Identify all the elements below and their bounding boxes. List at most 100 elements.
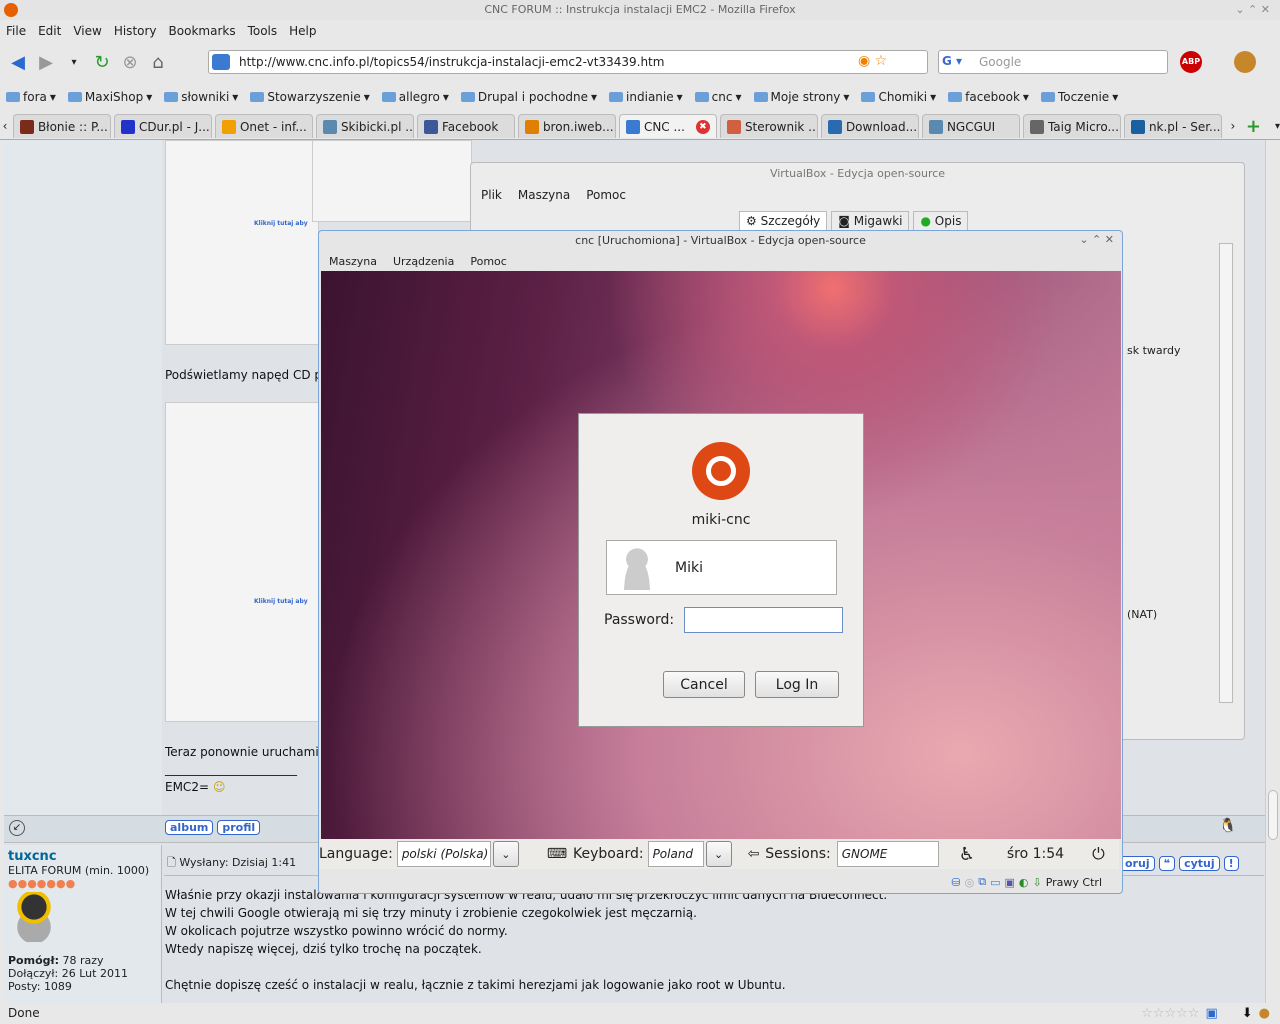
search-input[interactable]: Google bbox=[938, 50, 1168, 74]
extension-icon[interactable]: ▣ bbox=[1205, 1006, 1217, 1021]
scroll-tabs-right[interactable]: › bbox=[1228, 119, 1238, 133]
login-button[interactable]: Log In bbox=[755, 671, 839, 698]
menu-bookmarks[interactable]: Bookmarks bbox=[163, 24, 242, 38]
vm-screen[interactable]: miki-cnc Miki Password: Cancel Log In La… bbox=[319, 271, 1121, 869]
tab-details[interactable]: ⚙ Szczegóły bbox=[739, 211, 828, 231]
bookmark-label: MaxiShop bbox=[84, 90, 144, 104]
greasemonkey-icon[interactable] bbox=[1234, 51, 1256, 73]
manager-tabs: ⚙ Szczegóły ◙ Migawki ● Opis bbox=[739, 211, 969, 231]
menu-urzadzenia[interactable]: Urządzenia bbox=[393, 255, 454, 268]
virtualization-icon[interactable]: ▣ bbox=[1004, 876, 1014, 889]
url-bar[interactable]: http://www.cnc.info.pl/topics54/instrukc… bbox=[208, 50, 928, 74]
screenshot-thumbnail[interactable] bbox=[312, 140, 472, 222]
hdd-icon[interactable]: ⛁ bbox=[951, 876, 960, 889]
network-icon[interactable]: ⧉ bbox=[978, 875, 986, 889]
reload-icon[interactable]: ↻ bbox=[88, 48, 116, 76]
bookmark-folder[interactable]: MaxiShop ▾ bbox=[67, 90, 152, 104]
details-scrollbar[interactable] bbox=[1219, 243, 1233, 703]
bookmark-folder[interactable]: cnc ▾ bbox=[694, 90, 742, 104]
tab-8[interactable]: Download... bbox=[820, 114, 919, 138]
cancel-button[interactable]: Cancel bbox=[663, 671, 745, 698]
bookmark-folder[interactable]: allegro ▾ bbox=[381, 90, 449, 104]
vm-window-controls[interactable]: ⌄ ⌃ ✕ bbox=[1079, 233, 1114, 246]
tab-description[interactable]: ● Opis bbox=[913, 211, 969, 231]
bookmark-folder[interactable]: Moje strony ▾ bbox=[753, 90, 849, 104]
mouse-integration-icon[interactable]: ◐ bbox=[1019, 876, 1029, 889]
rating-stars-icon[interactable]: ☆☆☆☆☆ bbox=[1141, 1006, 1199, 1021]
bookmark-folder[interactable]: Drupal i pochodne ▾ bbox=[460, 90, 597, 104]
tab-2[interactable]: Onet - inf... bbox=[214, 114, 313, 138]
bookmark-folder[interactable]: Chomiki ▾ bbox=[861, 90, 936, 104]
forward-button[interactable]: ▶ bbox=[32, 48, 60, 76]
tab-4[interactable]: Facebook bbox=[416, 114, 515, 138]
home-icon[interactable]: ⌂ bbox=[144, 48, 172, 76]
shared-folder-icon[interactable]: ▭ bbox=[990, 876, 1000, 889]
tab-3[interactable]: Skibicki.pl ... bbox=[315, 114, 414, 138]
page-scrollbar[interactable] bbox=[1265, 140, 1280, 1003]
menu-pomoc[interactable]: Pomoc bbox=[470, 255, 506, 268]
bookmark-folder[interactable]: słowniki ▾ bbox=[164, 90, 238, 104]
bookmark-folder[interactable]: Stowarzyszenie ▾ bbox=[250, 90, 370, 104]
tab-list-button[interactable]: ▾ bbox=[1275, 121, 1280, 132]
new-tab-button[interactable]: + bbox=[1246, 116, 1261, 137]
menu-maszyna[interactable]: Maszyna bbox=[518, 188, 570, 202]
bookmark-folder[interactable]: indianie ▾ bbox=[609, 90, 683, 104]
back-button[interactable]: ◀ bbox=[4, 48, 32, 76]
tab-10[interactable]: Taig Micro... bbox=[1022, 114, 1121, 138]
language-dropdown[interactable]: ⌄ bbox=[492, 841, 519, 867]
tab-snapshots[interactable]: ◙ Migawki bbox=[831, 211, 910, 231]
tab-9[interactable]: NGCGUI bbox=[921, 114, 1020, 138]
menu-history[interactable]: History bbox=[108, 24, 163, 38]
menu-pomoc[interactable]: Pomoc bbox=[586, 188, 626, 202]
profile-button[interactable]: profil bbox=[217, 820, 261, 835]
author-name[interactable]: tuxcnc bbox=[8, 849, 157, 864]
menu-view[interactable]: View bbox=[67, 24, 107, 38]
menu-file[interactable]: File bbox=[0, 24, 32, 38]
quote-icon[interactable]: ❝ bbox=[1158, 856, 1176, 871]
close-tab-icon[interactable]: ✖ bbox=[695, 119, 710, 134]
tab-11[interactable]: nk.pl - Ser... bbox=[1123, 114, 1222, 138]
back-to-top-icon[interactable]: ↙ bbox=[9, 820, 25, 836]
screenshot-thumbnail[interactable] bbox=[165, 140, 319, 345]
vm-status-bar: ⛁ ◎ ⧉ ▭ ▣ ◐ ⇩ Prawy Ctrl bbox=[951, 875, 1102, 889]
menu-help[interactable]: Help bbox=[283, 24, 322, 38]
cd-icon[interactable]: ◎ bbox=[965, 876, 975, 889]
album-button[interactable]: album bbox=[165, 820, 214, 835]
post-line: Wtedy napiszę więcej, dziś tylko trochę … bbox=[165, 942, 482, 956]
report-button[interactable]: ! bbox=[1223, 856, 1239, 871]
tab-5[interactable]: bron.iweb.... bbox=[517, 114, 616, 138]
greasemonkey-status-icon[interactable]: ● bbox=[1259, 1006, 1270, 1021]
adblock-icon[interactable]: ABP bbox=[1180, 51, 1202, 73]
rss-icon[interactable]: ◉ ☆ bbox=[858, 53, 887, 69]
quote-button[interactable]: cytuj bbox=[1179, 856, 1220, 871]
user-entry[interactable]: Miki bbox=[606, 540, 837, 595]
tab-7[interactable]: Sterownik ... bbox=[719, 114, 818, 138]
bookmark-folder[interactable]: Toczenie ▾ bbox=[1040, 90, 1118, 104]
google-icon[interactable]: G ▾ bbox=[942, 54, 962, 68]
screenshot-thumbnail[interactable] bbox=[165, 402, 319, 722]
menu-tools[interactable]: Tools bbox=[242, 24, 284, 38]
menu-plik[interactable]: Plik bbox=[481, 188, 502, 202]
keyboard-select[interactable]: Poland bbox=[647, 841, 704, 867]
accessibility-icon[interactable]: ♿ bbox=[959, 844, 975, 865]
password-input[interactable] bbox=[684, 607, 844, 633]
tab-1[interactable]: CDur.pl - J... bbox=[113, 114, 212, 138]
tab-0[interactable]: Błonie :: P... bbox=[12, 114, 111, 138]
stop-icon[interactable]: ⊗ bbox=[116, 48, 144, 76]
bookmark-folder[interactable]: fora ▾ bbox=[6, 90, 56, 104]
scroll-tabs-left[interactable]: ‹ bbox=[0, 119, 10, 133]
tab-6[interactable]: CNC ... ✖ bbox=[618, 114, 717, 138]
history-dropdown[interactable]: ▾ bbox=[60, 48, 88, 76]
menu-edit[interactable]: Edit bbox=[32, 24, 67, 38]
details-hard-disk-text: sk twardy bbox=[1127, 344, 1181, 357]
power-icon[interactable]: ⏻ bbox=[1092, 844, 1105, 864]
language-select[interactable]: polski (Polska) bbox=[396, 841, 491, 867]
bookmark-folder[interactable]: facebook ▾ bbox=[948, 90, 1029, 104]
session-select[interactable]: GNOME bbox=[836, 841, 939, 867]
menu-maszyna[interactable]: Maszyna bbox=[329, 255, 377, 268]
scrollbar-thumb[interactable] bbox=[1268, 790, 1278, 840]
edit-button[interactable]: oruj bbox=[1120, 856, 1155, 871]
download-arrow-icon[interactable]: ⬇ bbox=[1242, 1006, 1253, 1021]
keyboard-dropdown[interactable]: ⌄ bbox=[705, 841, 732, 867]
window-controls[interactable]: ⌄ ⌃ ✕ bbox=[1235, 3, 1270, 16]
